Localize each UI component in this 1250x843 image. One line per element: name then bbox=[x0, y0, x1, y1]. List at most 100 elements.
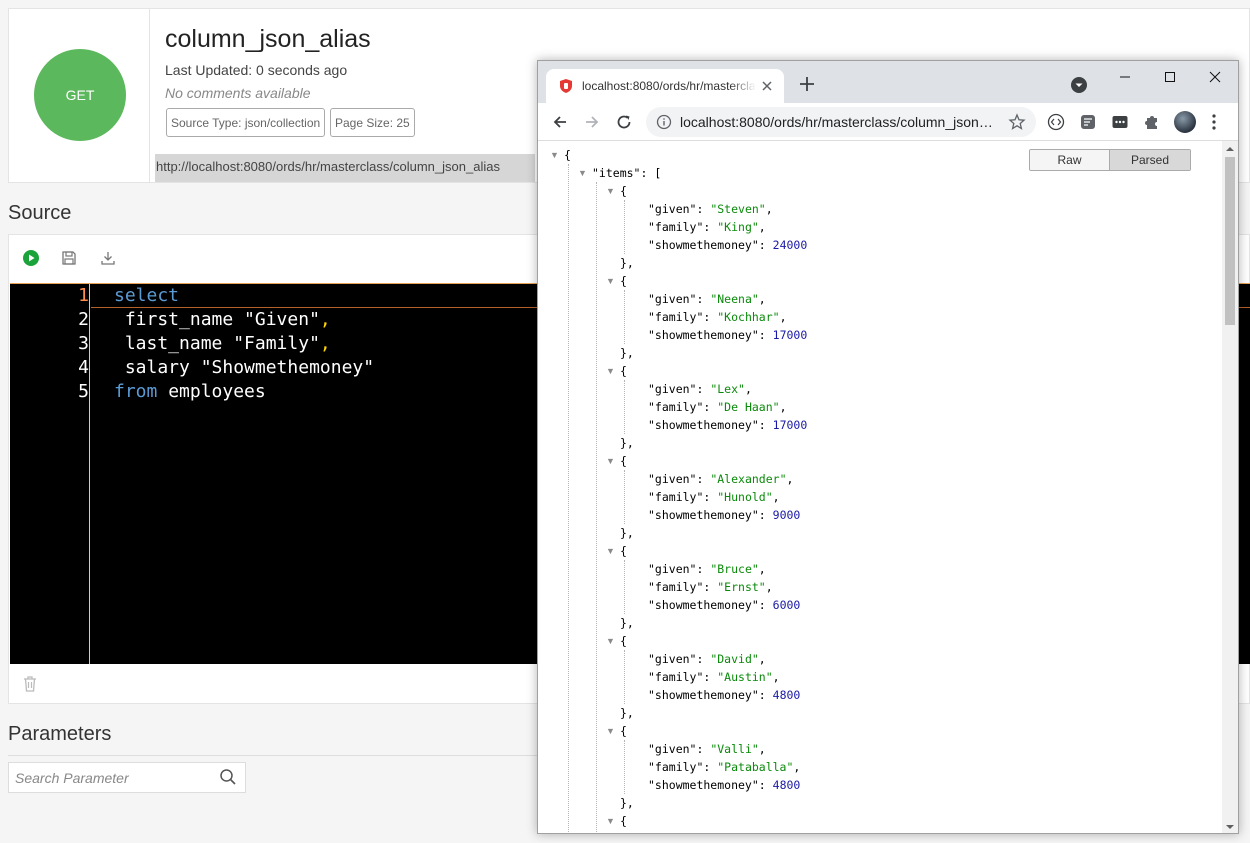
scroll-down-icon[interactable] bbox=[1226, 823, 1234, 831]
json-string-value: "Alexander" bbox=[710, 472, 787, 486]
back-arrow-icon[interactable] bbox=[551, 113, 569, 131]
json-property: "given": "Steven", bbox=[648, 200, 773, 218]
scrollbar-thumb[interactable] bbox=[1225, 157, 1235, 325]
json-punct: , bbox=[765, 580, 773, 594]
line-number: 2 bbox=[78, 309, 89, 330]
collapse-triangle-icon[interactable]: ▼ bbox=[606, 542, 615, 560]
collapse-triangle-icon[interactable]: ▼ bbox=[606, 362, 615, 380]
tab-search-button[interactable] bbox=[1071, 77, 1087, 93]
json-key: "showmethemoney" bbox=[648, 598, 759, 612]
download-button[interactable] bbox=[99, 249, 117, 267]
extension-reader-icon[interactable] bbox=[1079, 113, 1097, 131]
json-string-value: "Ernst" bbox=[717, 580, 766, 594]
code-line-4: salary "Showmethemoney" bbox=[114, 356, 374, 380]
json-string-value: "Neena" bbox=[710, 292, 759, 306]
code-text: salary "Showmethemoney" bbox=[114, 357, 375, 378]
collapse-triangle-icon[interactable]: ▼ bbox=[550, 146, 559, 164]
collapse-triangle-icon[interactable]: ▼ bbox=[606, 812, 615, 830]
extension-dots-icon[interactable] bbox=[1111, 113, 1129, 131]
comments: No comments available bbox=[165, 85, 311, 101]
collapse-triangle-icon[interactable]: ▼ bbox=[606, 272, 615, 290]
close-window-button[interactable] bbox=[1203, 67, 1227, 87]
delete-button[interactable] bbox=[22, 675, 38, 693]
collapse-triangle-icon[interactable]: ▼ bbox=[606, 182, 615, 200]
json-punct: : bbox=[758, 688, 773, 702]
play-icon bbox=[23, 250, 39, 266]
address-toolbar: localhost:8080/ords/hr/masterclass/colum… bbox=[538, 103, 1238, 141]
json-key: "showmethemoney" bbox=[648, 508, 759, 522]
json-string-value: "Lex" bbox=[710, 382, 745, 396]
json-string-value: "Pataballa" bbox=[717, 760, 794, 774]
parameters-divider bbox=[8, 755, 538, 756]
json-property: "family": "King", bbox=[648, 218, 766, 236]
extension-code-icon[interactable] bbox=[1047, 113, 1065, 131]
json-item-open: { bbox=[620, 724, 627, 738]
indent-guide bbox=[624, 470, 625, 524]
json-punct: : bbox=[696, 382, 711, 396]
json-punct: , bbox=[758, 220, 766, 234]
json-key: "given" bbox=[648, 742, 697, 756]
collapse-triangle-icon[interactable]: ▼ bbox=[578, 164, 587, 182]
json-string-value: "Hunold" bbox=[717, 490, 773, 504]
indent-guide bbox=[624, 380, 625, 434]
save-icon bbox=[62, 251, 76, 265]
code-line-2: first_name "Given", bbox=[114, 308, 331, 332]
line-number: 1 bbox=[78, 285, 89, 306]
json-punct: , bbox=[772, 670, 780, 684]
json-number-value: 17000 bbox=[772, 418, 808, 432]
method-badge[interactable]: GET bbox=[34, 49, 126, 141]
star-icon[interactable] bbox=[1008, 113, 1026, 131]
json-property: "given": "David", bbox=[648, 650, 766, 668]
json-string-value: "King" bbox=[717, 220, 759, 234]
reload-icon[interactable] bbox=[615, 113, 633, 131]
vertical-scrollbar[interactable] bbox=[1222, 141, 1238, 833]
json-punct: , bbox=[786, 472, 794, 486]
trash-icon bbox=[24, 676, 36, 692]
omnibox[interactable]: localhost:8080/ords/hr/masterclass/colum… bbox=[646, 107, 1036, 137]
line-number: 3 bbox=[78, 333, 89, 354]
json-punct: : bbox=[758, 328, 773, 342]
json-punct: : bbox=[696, 742, 711, 756]
json-property: "showmethemoney": 24000 bbox=[648, 236, 807, 254]
search-icon[interactable] bbox=[219, 768, 237, 786]
json-item-close: }, bbox=[620, 706, 634, 720]
forward-arrow-icon[interactable] bbox=[583, 113, 601, 131]
browser-tab[interactable]: localhost:8080/ords/hr/masterclass/colum… bbox=[546, 69, 784, 103]
json-punct: : bbox=[703, 490, 718, 504]
json-punct: : bbox=[696, 652, 711, 666]
last-updated: Last Updated: 0 seconds ago bbox=[165, 62, 348, 78]
collapse-triangle-icon[interactable]: ▼ bbox=[606, 632, 615, 650]
json-punct: , bbox=[758, 652, 766, 666]
parameters-heading: Parameters bbox=[8, 723, 112, 745]
run-button[interactable] bbox=[22, 249, 40, 267]
code-line-5: from employees bbox=[114, 380, 266, 404]
line-number: 5 bbox=[78, 381, 89, 402]
more-vert-icon[interactable] bbox=[1211, 113, 1217, 131]
close-icon[interactable] bbox=[760, 79, 774, 93]
new-tab-plus-icon[interactable] bbox=[797, 74, 817, 94]
json-property: "family": "Ernst", bbox=[648, 578, 773, 596]
json-punct: : bbox=[758, 778, 773, 792]
browser-window: localhost:8080/ords/hr/masterclass/colum… bbox=[537, 60, 1239, 834]
collapse-triangle-icon[interactable]: ▼ bbox=[606, 452, 615, 470]
parsed-view-button[interactable]: Parsed bbox=[1110, 150, 1190, 170]
save-button[interactable] bbox=[60, 249, 78, 267]
json-property: "given": "Valli", bbox=[648, 740, 766, 758]
handler-url[interactable]: http://localhost:8080/ords/hr/masterclas… bbox=[155, 154, 535, 182]
indent-guide bbox=[624, 290, 625, 344]
collapse-triangle-icon[interactable]: ▼ bbox=[606, 722, 615, 740]
json-punct: , bbox=[765, 202, 773, 216]
avatar[interactable] bbox=[1174, 111, 1196, 133]
parameter-search-input[interactable] bbox=[9, 763, 209, 792]
minimize-button[interactable] bbox=[1113, 67, 1137, 87]
puzzle-extensions-icon[interactable] bbox=[1143, 113, 1161, 131]
json-key: "showmethemoney" bbox=[648, 688, 759, 702]
raw-view-button[interactable]: Raw bbox=[1030, 150, 1110, 170]
json-punct: : bbox=[696, 472, 711, 486]
scroll-up-icon[interactable] bbox=[1226, 145, 1234, 153]
address-text[interactable]: localhost:8080/ords/hr/masterclass/colum… bbox=[680, 114, 998, 130]
maximize-button[interactable] bbox=[1158, 67, 1182, 87]
info-icon[interactable] bbox=[656, 114, 672, 130]
json-item-close: }, bbox=[620, 256, 634, 270]
json-punct: , bbox=[772, 490, 780, 504]
